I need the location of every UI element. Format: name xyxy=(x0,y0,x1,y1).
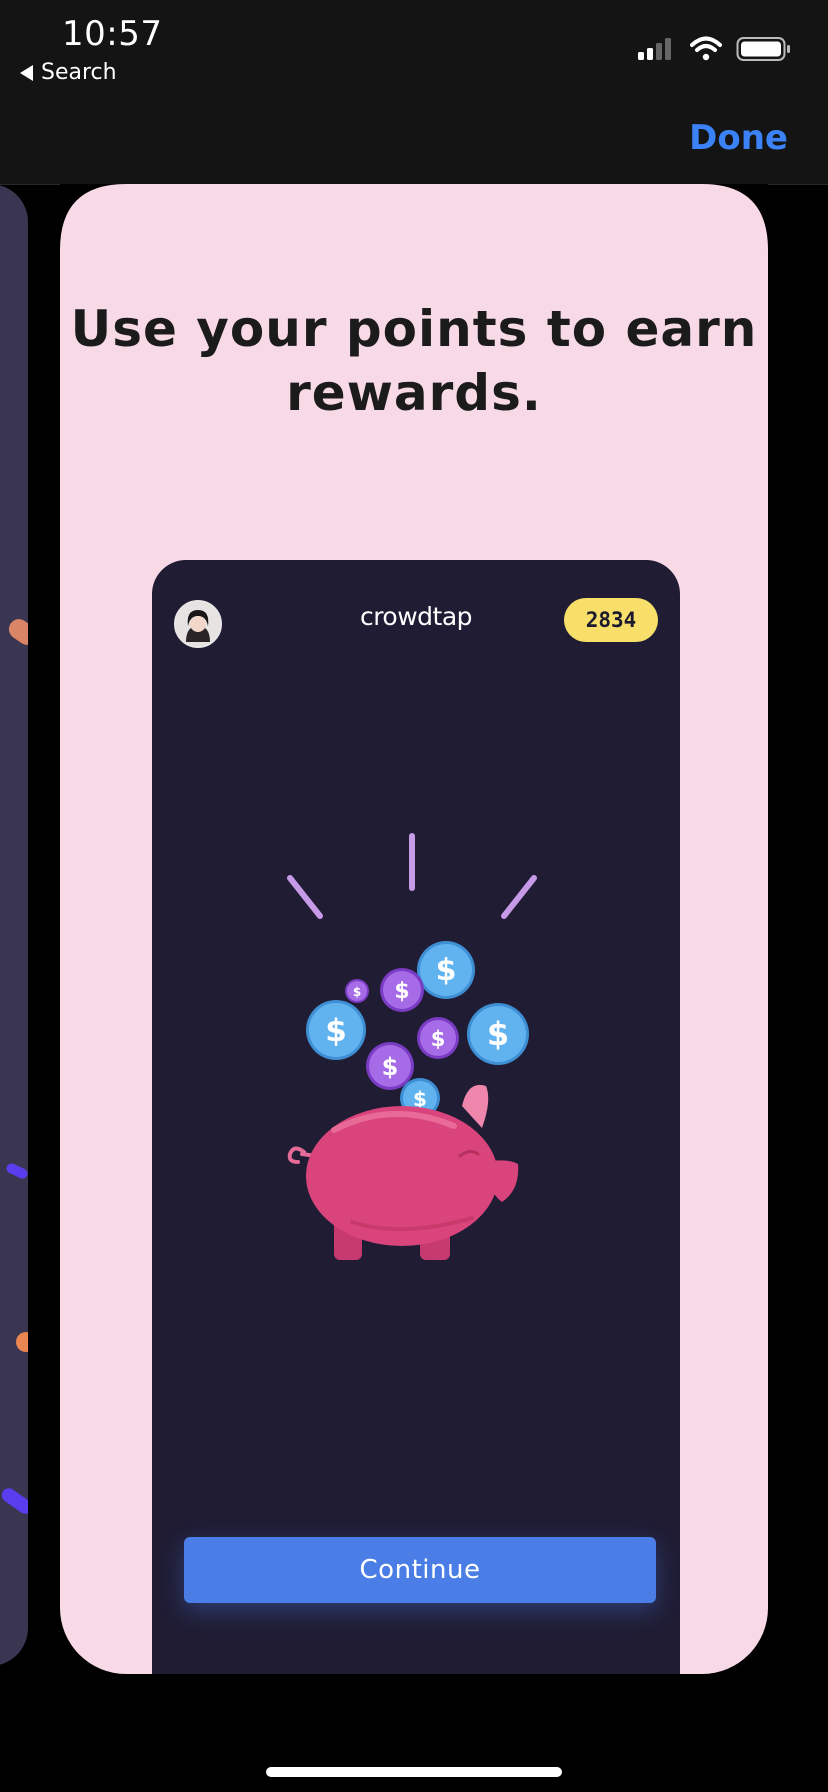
confetti-shape xyxy=(16,1332,28,1352)
done-button[interactable]: Done xyxy=(689,118,788,158)
card-top-corners xyxy=(60,184,768,250)
status-time: 10:57 xyxy=(62,14,163,54)
back-arrow-icon xyxy=(20,64,33,81)
top-bar: 10:57 Search Done xyxy=(0,0,828,185)
points-badge: 2834 xyxy=(564,598,658,642)
svg-text:$: $ xyxy=(394,979,409,1004)
piggy-bank xyxy=(287,1084,519,1260)
confetti-shape xyxy=(0,1485,28,1517)
continue-button[interactable]: Continue xyxy=(184,1537,656,1603)
status-icons xyxy=(636,36,792,62)
back-label: Search xyxy=(41,60,117,85)
svg-text:$: $ xyxy=(382,1053,399,1081)
svg-text:$: $ xyxy=(431,1027,446,1051)
screen: 10:57 Search Done Use your points to ear… xyxy=(0,0,828,1792)
sparkle-lines xyxy=(287,833,537,919)
app-preview: crowdtap 2834 $ $ $ $ $ $ $ $ Continue xyxy=(152,560,680,1674)
home-indicator xyxy=(266,1767,562,1777)
coins: $ $ $ $ $ $ $ $ xyxy=(306,941,529,1118)
signal-icon xyxy=(638,38,671,60)
previous-card-peek[interactable] xyxy=(0,184,28,1666)
svg-text:$: $ xyxy=(353,985,361,999)
confetti-shape xyxy=(4,615,28,649)
wifi-icon xyxy=(690,36,722,61)
svg-text:$: $ xyxy=(325,1013,347,1049)
headline: Use your points to earn rewards. xyxy=(70,300,758,422)
svg-text:$: $ xyxy=(487,1015,509,1053)
onboarding-card: Use your points to earn rewards. crowdta… xyxy=(60,184,768,1674)
piggy-bank-illustration: $ $ $ $ $ $ $ $ xyxy=(287,833,537,1260)
svg-text:$: $ xyxy=(436,953,457,988)
back-to-search-button[interactable]: Search xyxy=(20,60,117,85)
confetti-shape xyxy=(4,1161,28,1181)
battery-icon xyxy=(736,37,790,61)
